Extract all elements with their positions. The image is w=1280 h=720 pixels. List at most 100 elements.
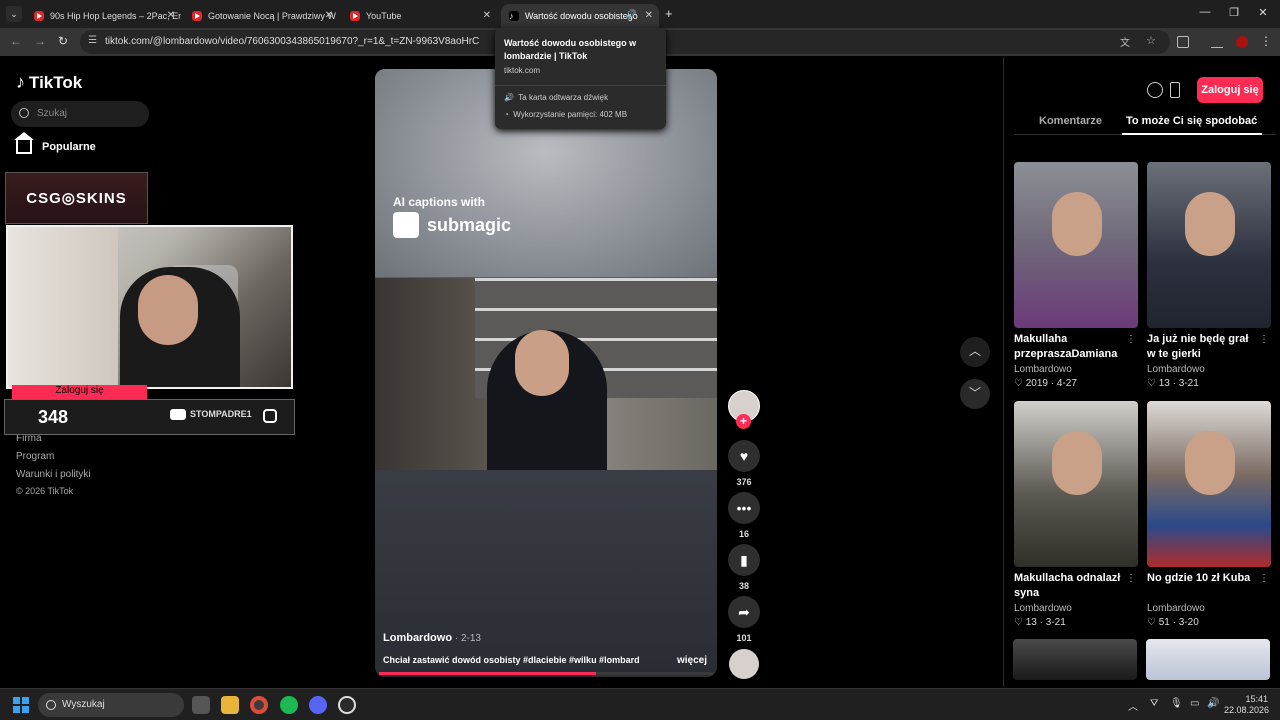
taskbar-search-input[interactable]: Wyszukaj [38,693,184,717]
profile-avatar[interactable] [1236,36,1248,48]
video-card-title[interactable]: No gdzie 10 zł Kuba [1147,571,1259,601]
tiktok-logo[interactable]: ♪ TikTok [16,72,82,93]
music-disc-icon[interactable] [729,649,759,679]
video-player[interactable]: AI captions with submagic Lombardowo · 2… [375,69,717,677]
bookmark-star-icon[interactable]: ☆ [1146,34,1156,47]
tab-tiktok-active[interactable]: ♪ Wartość dowodu osobistego 🔊 ✕ [501,4,659,28]
previous-video-button[interactable]: ︿ [960,337,990,367]
webcam-background [8,227,118,387]
video-card-author[interactable]: Lombardowo [1147,364,1271,375]
tab-hover-card: Wartość dowodu osobistego w lombardzie |… [495,28,666,129]
speaker-icon[interactable]: 🔊 [626,9,637,20]
network-icon[interactable]: ⛛ [1150,698,1158,709]
close-tab-icon[interactable]: ✕ [167,10,175,21]
video-card-title[interactable]: Makullaha przepraszaDamiana [1014,332,1126,362]
save-action[interactable]: ▮ 38 [728,544,760,591]
more-options-icon[interactable]: ⋮ [1126,334,1136,345]
more-options-icon[interactable]: ⋮ [1259,334,1269,345]
logo-text: TikTok [29,72,83,92]
video-thumbnail[interactable] [1014,162,1138,328]
video-card-author[interactable]: Lombardowo [1147,603,1271,614]
new-tab-button[interactable]: + [665,6,673,21]
forward-icon[interactable]: → [34,34,46,48]
video-card[interactable]: Makullacha odnalazł syna ⋮ Lombardowo 13… [1014,401,1138,628]
panel-tabs: Komentarze To może Ci się spodobać [1014,109,1276,135]
windows-start-icon[interactable] [13,697,29,713]
thumbnail-face [1052,431,1102,495]
share-action[interactable]: ➦ 101 [728,596,760,643]
close-tab-icon[interactable]: ✕ [645,10,653,21]
explore-icon[interactable] [1147,82,1163,98]
back-icon[interactable]: ← [10,34,22,48]
close-tab-icon[interactable]: ✕ [483,10,491,21]
tab-comments[interactable]: Komentarze [1039,115,1102,127]
video-progress-bar[interactable] [379,672,713,675]
search-icon [46,700,56,710]
close-window-button[interactable]: ✕ [1253,6,1273,19]
translate-icon[interactable]: 文 [1120,34,1130,49]
clock-date: 22.08.2026 [1224,705,1270,715]
chrome-icon[interactable] [250,696,268,714]
footer-link-program[interactable]: Program [16,451,54,462]
footer-link-terms[interactable]: Warunki i polityki [16,469,91,480]
microphone-icon[interactable]: 🎙 [1170,698,1183,709]
video-thumbnail[interactable] [1014,401,1138,567]
share-icon[interactable]: ➦ [728,596,760,628]
video-thumbnail-partial[interactable] [1013,639,1137,680]
video-card-author[interactable]: Lombardowo [1014,603,1138,614]
stream-counter-bar: 348 STOMPADRE1 [4,399,295,435]
tab-search-button[interactable]: ⌄ [6,6,22,22]
login-button[interactable]: Zaloguj się [1197,77,1263,103]
more-button[interactable]: więcej [677,655,707,666]
site-info-icon[interactable]: ☰ [88,35,97,46]
tab-youtube[interactable]: YouTube ✕ [342,4,497,28]
spotify-icon[interactable] [280,696,298,714]
video-card[interactable]: Makullaha przepraszaDamiana ⋮ Lombardowo… [1014,162,1138,389]
discord-icon[interactable] [309,696,327,714]
audio-status-text: Ta karta odtwarza dźwięk [518,93,609,102]
display-icon[interactable]: ▭ [1190,698,1199,709]
file-explorer-icon[interactable] [221,696,239,714]
video-thumbnail[interactable] [1147,162,1271,328]
restore-button[interactable]: ❐ [1224,6,1244,19]
hover-card-title: Wartość dowodu osobistego w lombardzie |… [504,38,637,61]
video-card-author[interactable]: Lombardowo [1014,364,1138,375]
video-card-title[interactable]: Makullacha odnalazł syna [1014,571,1126,601]
search-input[interactable]: Szukaj [11,101,149,127]
bookmark-icon[interactable]: ▮ [728,544,760,576]
comment-icon[interactable]: ••• [728,492,760,524]
close-tab-icon[interactable]: ✕ [325,10,333,21]
video-thumbnail-partial[interactable] [1146,639,1270,680]
more-options-icon[interactable]: ⋮ [1259,573,1269,584]
tray-chevron-icon[interactable]: ︿ [1128,698,1138,713]
tab-label: 90s Hip Hop Legends – 2Pac, Em [50,11,181,21]
system-clock[interactable]: 15:41 22.08.2026 [1224,694,1270,716]
video-author[interactable]: Lombardowo · 2-13 [383,632,481,644]
extensions-icon[interactable] [1177,36,1189,48]
menu-kebab-icon[interactable]: ⋮ [1260,34,1272,48]
sidebar-item-popular[interactable]: Popularne [14,132,96,154]
tab-gotowanie[interactable]: Gotowanie Nocą | Prawdziwy W ✕ [184,4,339,28]
like-action[interactable]: ♥ 376 [728,440,760,487]
follow-button[interactable]: + [736,414,751,429]
minimize-button[interactable]: — [1195,6,1215,18]
comment-action[interactable]: ••• 16 [728,492,760,539]
obs-icon[interactable] [338,696,356,714]
reload-icon[interactable]: ↻ [58,34,68,48]
volume-icon[interactable]: 🔊 [1207,698,1219,709]
task-view-icon[interactable] [192,696,210,714]
video-card-title[interactable]: Ja już nie będę grał w te gierki [1147,332,1259,362]
video-thumbnail[interactable] [1147,401,1271,567]
tab-hiphop[interactable]: 90s Hip Hop Legends – 2Pac, Em ✕ [26,4,181,28]
caption-line-1: AI captions with [393,195,486,209]
video-card[interactable]: No gdzie 10 zł Kuba ⋮ Lombardowo 51 · 3-… [1147,401,1271,628]
video-frame [375,278,717,470]
device-icon[interactable] [1170,82,1180,98]
next-video-button[interactable]: ﹀ [960,379,990,409]
heart-icon[interactable]: ♥ [728,440,760,472]
media-controls-icon[interactable] [1211,36,1223,48]
tab-recommended[interactable]: To może Ci się spodobać [1126,115,1257,127]
more-options-icon[interactable]: ⋮ [1126,573,1136,584]
thumbnail-face [1052,192,1102,256]
video-card[interactable]: Ja już nie będę grał w te gierki ⋮ Lomba… [1147,162,1271,389]
